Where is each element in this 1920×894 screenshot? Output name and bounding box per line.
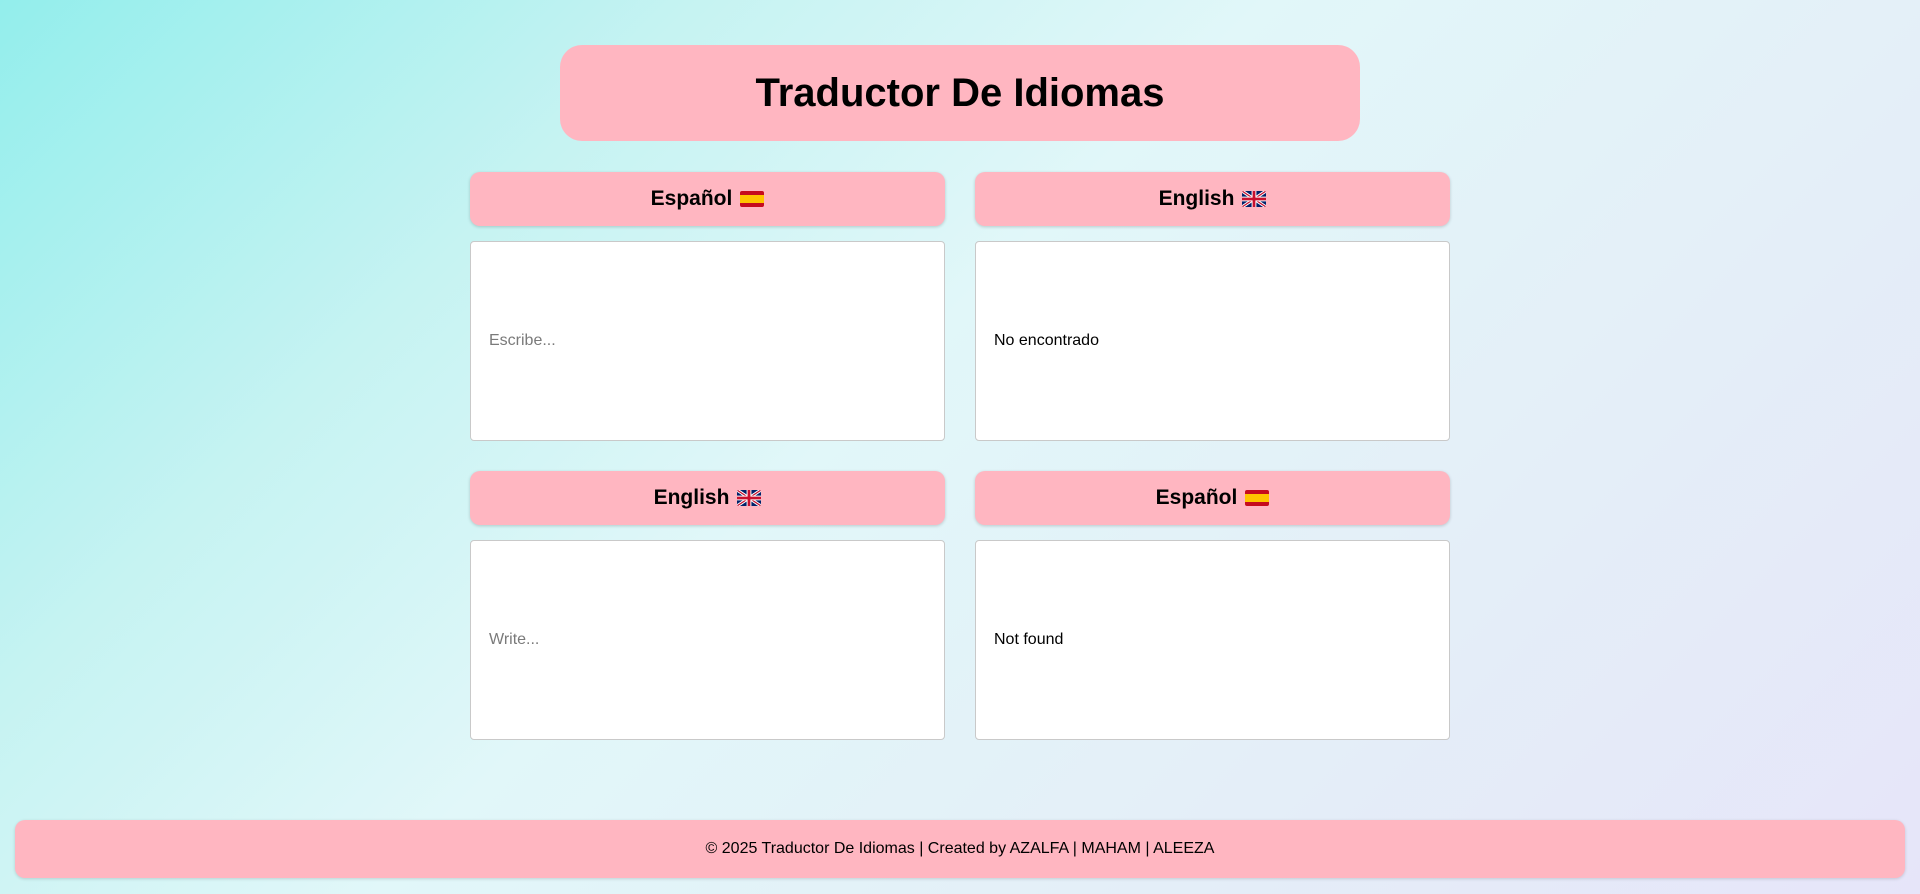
spanish-output-card: Español Not found	[975, 471, 1450, 740]
uk-flag-icon	[1242, 191, 1267, 207]
spanish-output-label: Español	[975, 471, 1450, 525]
title-banner: Traductor De Idiomas	[560, 45, 1360, 141]
page-title: Traductor De Idiomas	[755, 70, 1165, 115]
spain-flag-icon	[1245, 490, 1270, 506]
english-input-card: English	[470, 471, 945, 740]
spanish-input-label: Español	[470, 172, 945, 226]
english-output-card: English No encontrado	[975, 172, 1450, 441]
english-output-label: English	[975, 172, 1450, 226]
spanish-output-box: Not found	[975, 540, 1450, 740]
footer-text: © 2025 Traductor De Idiomas | Created by…	[705, 840, 1215, 857]
spain-flag-icon	[740, 191, 765, 207]
language-label: English	[653, 486, 730, 509]
english-input-field[interactable]	[470, 540, 945, 740]
uk-flag-icon	[737, 490, 762, 506]
translation-result: Not found	[994, 631, 1064, 648]
language-label: Español	[1155, 486, 1238, 509]
spanish-input-card: Español	[470, 172, 945, 441]
english-input-label: English	[470, 471, 945, 525]
english-output-box: No encontrado	[975, 241, 1450, 441]
spanish-input-field[interactable]	[470, 241, 945, 441]
language-label: Español	[650, 187, 733, 210]
translation-result: No encontrado	[994, 332, 1099, 349]
footer: © 2025 Traductor De Idiomas | Created by…	[15, 820, 1905, 878]
language-label: English	[1158, 187, 1235, 210]
